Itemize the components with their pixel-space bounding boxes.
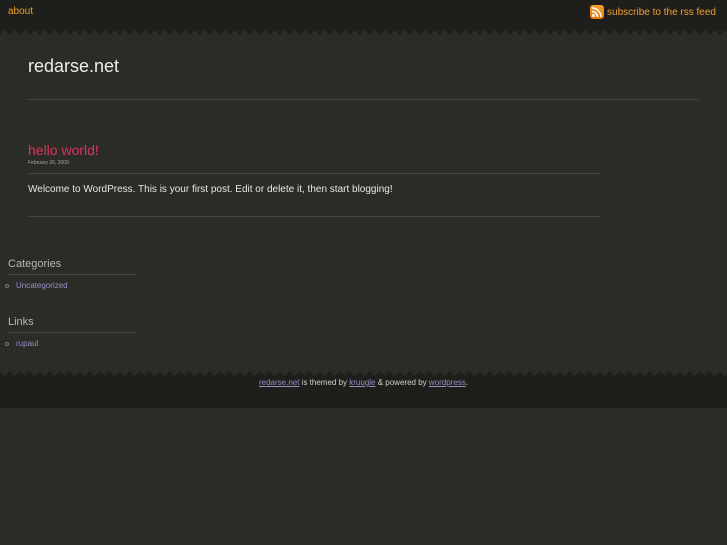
links-title: Links (8, 316, 34, 328)
header-divider (28, 99, 699, 100)
site-title[interactable]: redarse.net (28, 56, 119, 77)
top-bar: about subscribe to the rss feed (0, 0, 727, 30)
footer-site-link[interactable]: redarse.net (259, 378, 299, 387)
category-item: Uncategorized (5, 281, 68, 290)
links-divider (8, 332, 136, 333)
bullet-icon (5, 341, 9, 346)
categories-divider (8, 274, 136, 275)
post-date: February 26, 2009 (28, 160, 69, 166)
bullet-icon (5, 283, 9, 288)
rss-feed-link[interactable]: subscribe to the rss feed (607, 7, 716, 18)
post-end-divider (28, 216, 600, 217)
post-body: Welcome to WordPress. This is your first… (28, 184, 393, 195)
page: about subscribe to the rss feed redarse.… (0, 0, 727, 545)
footer-text-powered: & powered by (375, 378, 429, 387)
rss-feed-icon[interactable] (590, 5, 605, 19)
blogroll-link-rupaul[interactable]: rupaul (16, 339, 38, 348)
footer-wordpress-link[interactable]: wordpress (429, 378, 466, 387)
categories-title: Categories (8, 258, 62, 270)
link-item: rupaul (5, 339, 38, 348)
about-link[interactable]: about (8, 6, 33, 17)
footer-zigzag-divider (0, 366, 727, 376)
footer-text-end: . (465, 378, 469, 387)
rss-subscribe[interactable]: subscribe to the rss feed (590, 5, 716, 19)
post-title[interactable]: hello world! (28, 142, 99, 158)
category-link-uncategorized[interactable]: Uncategorized (16, 281, 68, 290)
header-zigzag-divider (0, 30, 727, 40)
footer-theme-link[interactable]: kruugle (349, 378, 375, 387)
post-title-divider (28, 173, 600, 174)
footer-credits: redarse.net is themed by kruugle & power… (0, 378, 727, 387)
footer-text-themed: is themed by (299, 378, 350, 387)
